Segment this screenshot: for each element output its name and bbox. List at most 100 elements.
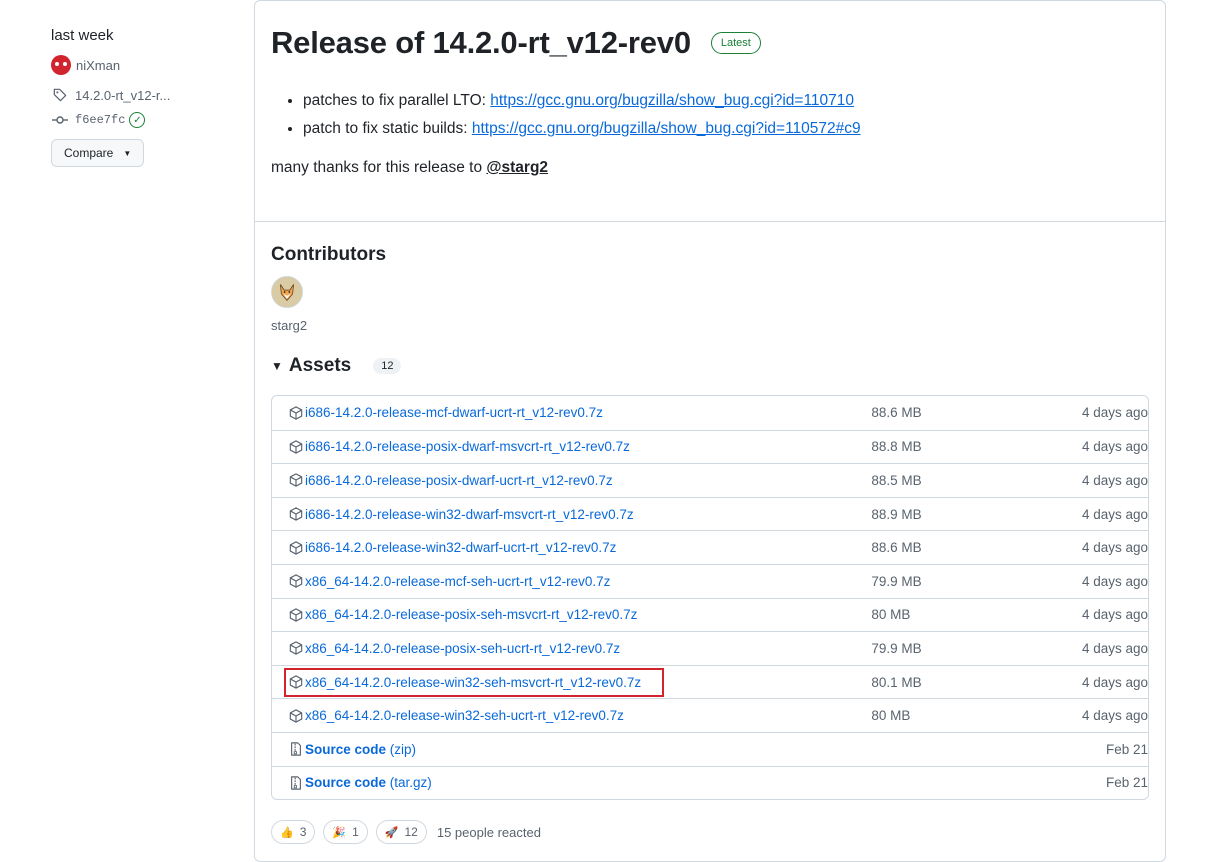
release-title[interactable]: Release of 14.2.0-rt_v12-rev0	[271, 25, 691, 61]
release-date: last week	[51, 27, 114, 44]
chevron-down-icon: ▼	[123, 148, 132, 158]
asset-row: i686-14.2.0-release-posix-dwarf-ucrt-rt_…	[272, 463, 1148, 497]
assets-count-badge: 12	[373, 358, 402, 374]
asset-date: 4 days ago	[1081, 640, 1149, 656]
asset-link[interactable]: x86_64-14.2.0-release-posix-seh-ucrt-rt_…	[305, 641, 620, 656]
package-icon	[288, 573, 304, 589]
author-name[interactable]: niXman	[76, 58, 120, 73]
asset-date: 4 days ago	[1081, 405, 1149, 421]
asset-date: 4 days ago	[1081, 439, 1149, 455]
bugzilla-link[interactable]: https://gcc.gnu.org/bugzilla/show_bug.cg…	[490, 92, 854, 109]
asset-link[interactable]: i686-14.2.0-release-posix-dwarf-msvcrt-r…	[305, 439, 630, 454]
reaction-count: 1	[352, 825, 359, 840]
assets-toggle[interactable]: ▼ Assets 12	[271, 355, 1149, 377]
asset-row: x86_64-14.2.0-release-posix-seh-ucrt-rt_…	[272, 631, 1148, 665]
asset-row: i686-14.2.0-release-mcf-dwarf-ucrt-rt_v1…	[272, 396, 1148, 430]
asset-link[interactable]: x86_64-14.2.0-release-win32-seh-msvcrt-r…	[305, 675, 641, 690]
reaction-rocket[interactable]: 🚀 12	[375, 820, 427, 845]
asset-row-highlighted: x86_64-14.2.0-release-win32-seh-msvcrt-r…	[272, 664, 1149, 699]
file-zip-icon	[288, 775, 304, 791]
source-ext: (zip)	[389, 741, 417, 757]
asset-link[interactable]: i686-14.2.0-release-posix-dwarf-ucrt-rt_…	[305, 473, 613, 488]
asset-link[interactable]: x86_64-14.2.0-release-mcf-seh-ucrt-rt_v1…	[305, 574, 610, 589]
author-avatar[interactable]	[51, 55, 71, 75]
commit-row[interactable]: f6ee7fc ✓	[51, 111, 231, 129]
reaction-count: 12	[404, 825, 418, 840]
release-body: Release of 14.2.0-rt_v12-rev0 Latest pat…	[255, 1, 1165, 222]
reactions-summary: 15 people reacted	[436, 824, 541, 840]
tag-icon	[51, 87, 69, 103]
source-ext: (tar.gz)	[389, 775, 432, 791]
asset-row: i686-14.2.0-release-win32-dwarf-ucrt-rt_…	[272, 530, 1148, 564]
asset-date: Feb 21	[1105, 775, 1149, 791]
asset-size: 80.1 MB	[871, 674, 922, 690]
release-notes: patches to fix parallel LTO: https://gcc…	[303, 87, 1149, 143]
file-zip-icon	[288, 741, 304, 757]
asset-date: 4 days ago	[1081, 506, 1149, 522]
contributor-avatar[interactable]	[271, 276, 303, 308]
asset-row: x86_64-14.2.0-release-win32-seh-ucrt-rt_…	[272, 698, 1148, 732]
latest-badge: Latest	[710, 32, 761, 54]
note-text: patches to fix parallel LTO:	[303, 92, 491, 109]
contributor-name[interactable]: starg2	[271, 318, 1149, 333]
assets-heading: Assets	[288, 355, 352, 376]
assets-list: i686-14.2.0-release-mcf-dwarf-ucrt-rt_v1…	[271, 395, 1149, 801]
asset-link[interactable]: x86_64-14.2.0-release-posix-seh-msvcrt-r…	[305, 607, 637, 622]
asset-size: 79.9 MB	[871, 573, 922, 589]
tag-row[interactable]: 14.2.0-rt_v12-r...	[51, 86, 231, 104]
note-text: patch to fix static builds:	[303, 120, 472, 137]
source-label: Source code	[305, 741, 387, 757]
reactions-bar: 👍 3 🎉 1 🚀 12 15 people reacted	[271, 820, 1149, 845]
asset-date: 4 days ago	[1081, 540, 1149, 556]
package-icon	[288, 640, 304, 656]
asset-date: 4 days ago	[1081, 607, 1149, 623]
source-label: Source code	[305, 775, 387, 791]
asset-size: 88.6 MB	[871, 405, 922, 421]
thanks-text: many thanks for this release to @starg2	[271, 159, 1149, 177]
asset-date: Feb 21	[1105, 741, 1149, 757]
asset-row: i686-14.2.0-release-posix-dwarf-msvcrt-r…	[272, 429, 1149, 464]
source-zip-link[interactable]: Source code (zip)	[305, 742, 416, 757]
package-icon	[288, 540, 304, 556]
thumbs-up-icon: 👍	[280, 826, 294, 839]
author-row[interactable]: niXman	[51, 55, 231, 75]
asset-size: 88.8 MB	[871, 439, 922, 455]
package-icon	[288, 405, 304, 421]
package-icon	[288, 708, 304, 724]
package-icon	[288, 506, 304, 522]
bugzilla-link[interactable]: https://gcc.gnu.org/bugzilla/show_bug.cg…	[472, 120, 861, 137]
reaction-party[interactable]: 🎉 1	[323, 820, 368, 845]
package-icon	[288, 607, 304, 623]
party-popper-icon: 🎉	[332, 826, 347, 839]
compare-button[interactable]: Compare ▼	[51, 139, 145, 167]
commit-sha[interactable]: f6ee7fc	[75, 113, 125, 127]
asset-date: 4 days ago	[1081, 708, 1149, 724]
tag-name[interactable]: 14.2.0-rt_v12-r...	[75, 88, 170, 103]
triangle-down-icon: ▼	[271, 359, 283, 373]
asset-size: 88.9 MB	[871, 506, 922, 522]
note-item: patches to fix parallel LTO: https://gcc…	[303, 87, 1149, 115]
asset-size: 79.9 MB	[871, 640, 922, 656]
source-row: Source code (zip) Feb 21	[272, 731, 1149, 766]
reaction-thumbs-up[interactable]: 👍 3	[271, 820, 316, 845]
asset-row: x86_64-14.2.0-release-posix-seh-msvcrt-r…	[272, 597, 1149, 632]
asset-size: 80 MB	[871, 607, 911, 623]
source-targz-link[interactable]: Source code (tar.gz)	[305, 775, 432, 790]
user-mention[interactable]: @starg2	[486, 159, 548, 176]
asset-row: x86_64-14.2.0-release-mcf-seh-ucrt-rt_v1…	[272, 563, 1149, 598]
asset-link[interactable]: i686-14.2.0-release-win32-dwarf-ucrt-rt_…	[305, 540, 616, 555]
asset-date: 4 days ago	[1081, 472, 1149, 488]
asset-date: 4 days ago	[1081, 573, 1149, 589]
release-footer: Contributors starg2 ▼ Assets 12 i686-14.…	[255, 222, 1165, 845]
asset-date: 4 days ago	[1081, 674, 1149, 690]
release-meta: last week niXman 14.2.0-rt_v12-r... f6ee…	[51, 26, 231, 167]
package-icon	[288, 439, 304, 455]
asset-link[interactable]: i686-14.2.0-release-win32-dwarf-msvcrt-r…	[305, 507, 634, 522]
asset-size: 88.5 MB	[871, 472, 922, 488]
asset-link[interactable]: x86_64-14.2.0-release-win32-seh-ucrt-rt_…	[305, 708, 624, 723]
asset-link[interactable]: i686-14.2.0-release-mcf-dwarf-ucrt-rt_v1…	[305, 405, 603, 420]
asset-size: 88.6 MB	[871, 540, 922, 556]
contributors-heading: Contributors	[271, 244, 387, 265]
package-icon	[288, 674, 304, 690]
verified-check-icon[interactable]: ✓	[129, 112, 146, 128]
